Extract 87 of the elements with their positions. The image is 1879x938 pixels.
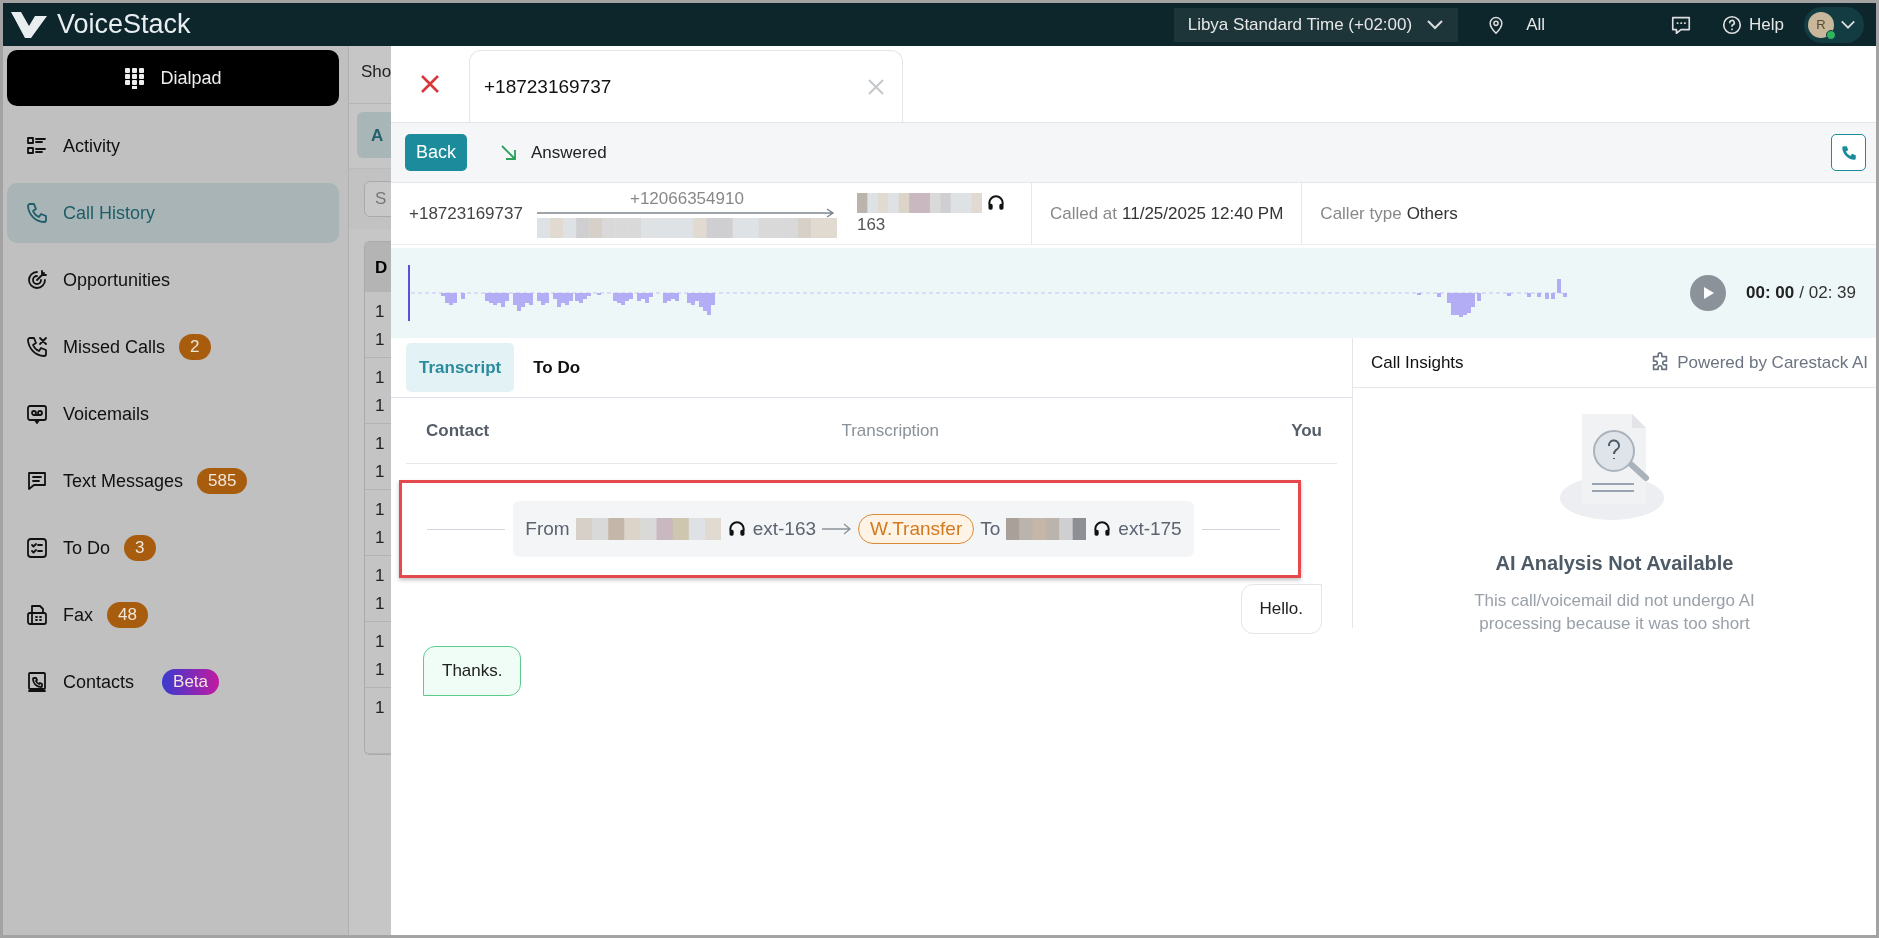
phone-icon: [25, 201, 49, 225]
column-header: Transcription: [841, 420, 940, 441]
dialpad-button[interactable]: Dialpad: [7, 50, 339, 106]
voicemail-icon: [25, 402, 49, 426]
sidebar-item[interactable]: Voicemails: [7, 384, 339, 444]
sidebar-item[interactable]: Text Messages 585: [7, 451, 339, 511]
chevron-down-icon: [1840, 18, 1856, 31]
fax-icon: [25, 603, 49, 627]
table-cell-text: 1: [375, 634, 386, 650]
close-icon: [419, 73, 441, 95]
headset-icon: [985, 192, 1006, 213]
message-bubble: Thanks.: [423, 646, 522, 696]
table-cell-text: 1: [375, 370, 386, 386]
column-header: Contact: [426, 420, 490, 441]
missed-call-icon: [25, 335, 49, 359]
play-icon: [1701, 286, 1716, 300]
transcript-tab[interactable]: To Do: [520, 343, 594, 392]
count-badge: 2: [179, 334, 211, 360]
account-menu[interactable]: R: [1804, 6, 1864, 43]
sidebar-item[interactable]: Missed Calls 2: [7, 317, 339, 377]
empty-state-text: This call/voicemail did not undergo AI processing because it was too short: [1473, 590, 1756, 635]
column-header: D: [365, 242, 391, 292]
caller-type-label: Caller type: [1320, 203, 1402, 224]
to-label: To: [980, 518, 1001, 540]
transfer-type-tag: W.Transfer: [858, 514, 975, 544]
help-link[interactable]: Help: [1749, 14, 1784, 35]
search-field[interactable]: S: [364, 181, 391, 217]
help-icon[interactable]: [1721, 13, 1744, 36]
agent-extension: 163: [856, 214, 887, 235]
count-badge: 3: [124, 535, 156, 561]
sidebar-item[interactable]: Opportunities: [7, 250, 339, 310]
total-time: / 02: 39: [1799, 283, 1856, 303]
table-cell-text: 1: [375, 530, 386, 546]
sidebar-item[interactable]: Activity: [7, 116, 339, 176]
called-at-label: Called at: [1049, 203, 1118, 224]
timezone-select[interactable]: Libya Standard Time (+02:00): [1173, 7, 1459, 42]
from-extension: ext-163: [752, 518, 817, 540]
sidebar-item[interactable]: Call History: [7, 183, 339, 243]
play-button[interactable]: [1690, 275, 1727, 311]
beta-tag: Beta: [162, 669, 220, 695]
empty-state-title: AI Analysis Not Available: [1495, 552, 1734, 575]
tab-label: +18723169737: [484, 75, 612, 98]
message-icon: [25, 469, 49, 493]
table-cell-text: 1: [375, 662, 386, 678]
logo-icon: [9, 9, 49, 40]
checklist-icon: [25, 536, 49, 560]
caller-number: +18723169737: [409, 203, 523, 224]
current-time: 00: 00: [1746, 283, 1795, 303]
via-number: +12066354910: [629, 189, 744, 208]
column-header: You: [1291, 420, 1322, 441]
back-button[interactable]: Back: [405, 134, 468, 171]
call-tab[interactable]: +18723169737: [469, 50, 903, 122]
table-cell-text: 1: [375, 304, 386, 320]
location-filter[interactable]: All: [1526, 14, 1546, 35]
table-cell-text: 1: [375, 398, 386, 414]
count-badge: 48: [107, 602, 148, 628]
table-cell-text: 1: [375, 596, 386, 612]
to-extension: ext-175: [1118, 518, 1182, 540]
call-button[interactable]: [1831, 134, 1866, 171]
online-status-icon: [1826, 29, 1836, 40]
headset-icon: [726, 519, 747, 539]
chevron-down-icon: [1426, 18, 1445, 31]
dialpad-icon: [124, 67, 147, 89]
headset-icon: [1092, 519, 1113, 539]
table-cell-text: 1: [375, 332, 386, 348]
contact-book-icon: [25, 670, 49, 694]
from-label: From: [525, 518, 570, 540]
table-cell-text: 1: [375, 568, 386, 584]
insights-title: Call Insights: [1371, 352, 1464, 373]
arrow-icon: [822, 523, 853, 535]
sidebar-item[interactable]: Contacts Beta: [7, 652, 339, 712]
powered-by-text: Powered by Carestack AI: [1677, 352, 1868, 373]
message-bubble: Hello.: [1240, 584, 1322, 634]
app-name: VoiceStack: [57, 9, 191, 40]
called-at-value: 11/25/2025 12:40 PM: [1122, 203, 1284, 224]
target-icon: [25, 268, 49, 292]
count-badge: 585: [197, 468, 248, 494]
phone-icon: [1839, 143, 1858, 162]
call-status: Answered: [531, 142, 607, 163]
sidebar-item[interactable]: To Do 3: [7, 518, 339, 578]
sidebar-item[interactable]: Fax 48: [7, 585, 339, 645]
table-cell-text: 1: [375, 700, 386, 716]
caller-type-value: Others: [1406, 203, 1458, 224]
table-cell-text: 1: [375, 436, 386, 452]
avatar: R: [1808, 11, 1834, 38]
table-cell-text: 1: [375, 502, 386, 518]
table-cell-text: 1: [375, 464, 386, 480]
